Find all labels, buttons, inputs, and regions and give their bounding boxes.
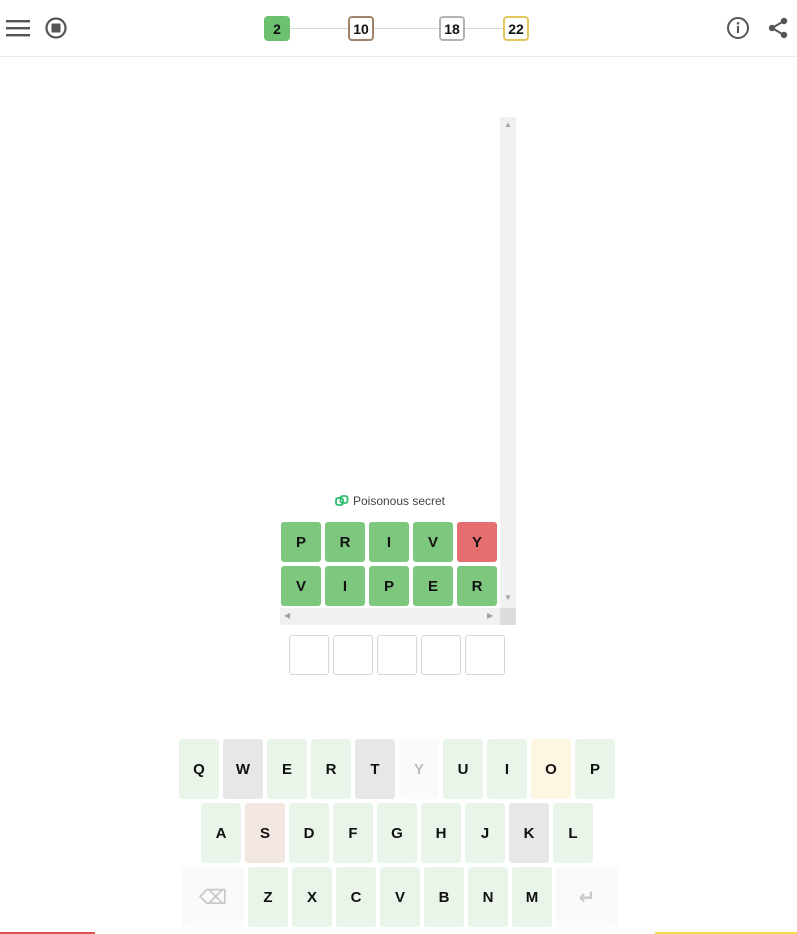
key-w[interactable]: W: [223, 739, 263, 799]
top-bar: 2 10 18 22: [0, 0, 797, 57]
scroll-right-arrow[interactable]: ▶: [487, 612, 493, 620]
letter-tile: R: [325, 522, 365, 562]
key-x[interactable]: X: [292, 867, 332, 927]
menu-button[interactable]: [4, 14, 32, 42]
scroll-down-arrow[interactable]: ▼: [504, 594, 512, 602]
key-i[interactable]: I: [487, 739, 527, 799]
letter-tile: I: [325, 566, 365, 606]
info-icon: [727, 17, 749, 39]
keyboard-row: ASDFGHJKL: [201, 803, 593, 863]
guess-row: VIPER: [281, 566, 497, 606]
letter-tile: P: [369, 566, 409, 606]
key-p[interactable]: P: [575, 739, 615, 799]
progress-line: [276, 28, 517, 29]
horizontal-scrollbar[interactable]: ◀ ▶: [280, 608, 500, 625]
letter-tile: P: [281, 522, 321, 562]
letter-tile: E: [413, 566, 453, 606]
key-r[interactable]: R: [311, 739, 351, 799]
letter-tile: V: [281, 566, 321, 606]
scroll-up-arrow[interactable]: ▲: [504, 121, 512, 129]
letter-tile: V: [413, 522, 453, 562]
key-j[interactable]: J: [465, 803, 505, 863]
share-button[interactable]: [764, 14, 792, 42]
scrollbar-corner: [500, 608, 516, 625]
key-v[interactable]: V: [380, 867, 420, 927]
milestone-18: 18: [439, 16, 465, 41]
key-h[interactable]: H: [421, 803, 461, 863]
enter-key[interactable]: ↵: [556, 867, 618, 927]
key-m[interactable]: M: [512, 867, 552, 927]
vertical-scrollbar[interactable]: ▲ ▼: [500, 117, 516, 608]
input-tile[interactable]: [333, 635, 373, 675]
key-l[interactable]: L: [553, 803, 593, 863]
milestone-10: 10: [348, 16, 374, 41]
key-f[interactable]: F: [333, 803, 373, 863]
key-n[interactable]: N: [468, 867, 508, 927]
key-g[interactable]: G: [377, 803, 417, 863]
input-tile[interactable]: [289, 635, 329, 675]
key-e[interactable]: E: [267, 739, 307, 799]
key-t[interactable]: T: [355, 739, 395, 799]
key-q[interactable]: Q: [179, 739, 219, 799]
input-tile[interactable]: [421, 635, 461, 675]
share-icon: [768, 17, 788, 39]
key-o[interactable]: O: [531, 739, 571, 799]
letter-tile: R: [457, 566, 497, 606]
footer-strip: [0, 930, 797, 934]
scroll-left-arrow[interactable]: ◀: [284, 612, 290, 620]
key-z[interactable]: Z: [248, 867, 288, 927]
key-k[interactable]: K: [509, 803, 549, 863]
key-c[interactable]: C: [336, 867, 376, 927]
milestone-2: 2: [264, 16, 290, 41]
clue-text: Poisonous secret: [352, 494, 446, 508]
key-s[interactable]: S: [245, 803, 285, 863]
current-input-row: [289, 635, 505, 675]
letter-tile: I: [369, 522, 409, 562]
input-tile[interactable]: [377, 635, 417, 675]
key-d[interactable]: D: [289, 803, 329, 863]
key-y[interactable]: Y: [399, 739, 439, 799]
key-a[interactable]: A: [201, 803, 241, 863]
backspace-key[interactable]: ⌫: [182, 867, 244, 927]
link-icon: [335, 494, 349, 508]
stop-button[interactable]: [42, 14, 70, 42]
milestone-22: 22: [503, 16, 529, 41]
clue-line: Poisonous secret: [280, 492, 500, 510]
key-u[interactable]: U: [443, 739, 483, 799]
guess-row: PRIVY: [281, 522, 497, 562]
stop-icon: [45, 17, 67, 39]
keyboard-row: QWERTYUIOP: [179, 739, 615, 799]
keyboard-row: ⌫ Z X C V B N M ↵: [182, 867, 618, 927]
info-button[interactable]: [724, 14, 752, 42]
input-tile[interactable]: [465, 635, 505, 675]
letter-tile: Y: [457, 522, 497, 562]
hamburger-menu-icon: [6, 20, 30, 37]
key-b[interactable]: B: [424, 867, 464, 927]
